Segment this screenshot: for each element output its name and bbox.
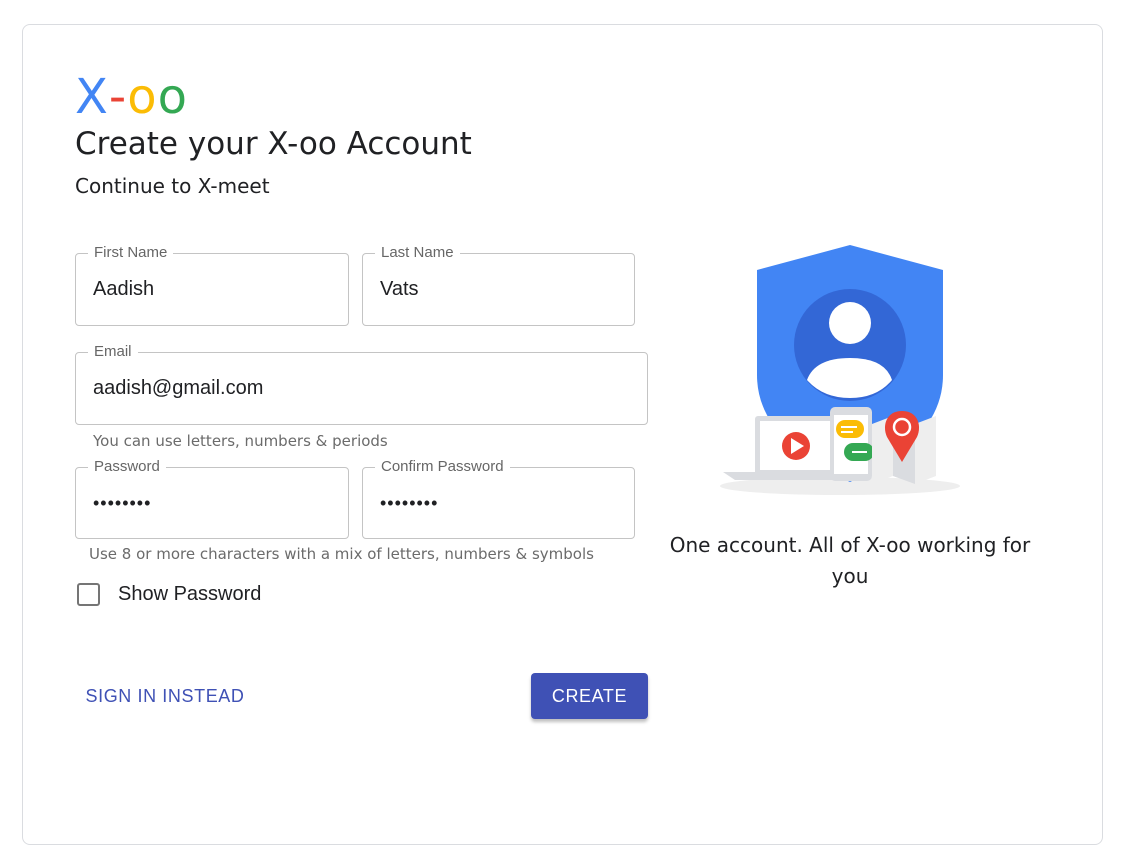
show-password-checkbox[interactable] <box>77 582 100 606</box>
password-field[interactable]: Password <box>75 458 349 539</box>
sign-in-instead-button[interactable]: SIGN IN INSTEAD <box>75 674 255 718</box>
last-name-label: Last Name <box>375 244 460 262</box>
logo-letter-o2: o <box>157 69 188 125</box>
first-name-label: First Name <box>88 244 174 262</box>
confirm-password-field[interactable]: Confirm Password <box>362 458 635 539</box>
email-input[interactable] <box>93 371 637 405</box>
account-shield-icon <box>720 245 960 495</box>
confirm-password-label: Confirm Password <box>375 458 510 476</box>
show-password-row[interactable]: Show Password <box>77 581 261 607</box>
logo-letter-dash: - <box>108 69 128 125</box>
password-input[interactable] <box>93 486 338 520</box>
first-name-field[interactable]: First Name <box>75 244 349 326</box>
confirm-password-input[interactable] <box>380 486 624 520</box>
create-button[interactable]: CREATE <box>531 673 648 719</box>
last-name-input[interactable] <box>380 272 624 306</box>
page-title: Create your X-oo Account <box>75 126 472 162</box>
logo-letter-x: X <box>75 69 109 125</box>
page-subtitle: Continue to X-meet <box>75 174 270 198</box>
xoo-logo: X-oo <box>75 70 188 124</box>
tagline: One account. All of X-oo working for you <box>669 533 1031 588</box>
password-label: Password <box>88 458 166 476</box>
email-helper-text: You can use letters, numbers & periods <box>93 432 388 450</box>
password-helper-text: Use 8 or more characters with a mix of l… <box>89 545 594 563</box>
first-name-input[interactable] <box>93 272 338 306</box>
logo-letter-o1: o <box>127 69 158 125</box>
show-password-label: Show Password <box>118 582 262 605</box>
last-name-field[interactable]: Last Name <box>362 244 635 326</box>
email-field[interactable]: Email <box>75 343 648 425</box>
email-label: Email <box>88 343 138 361</box>
